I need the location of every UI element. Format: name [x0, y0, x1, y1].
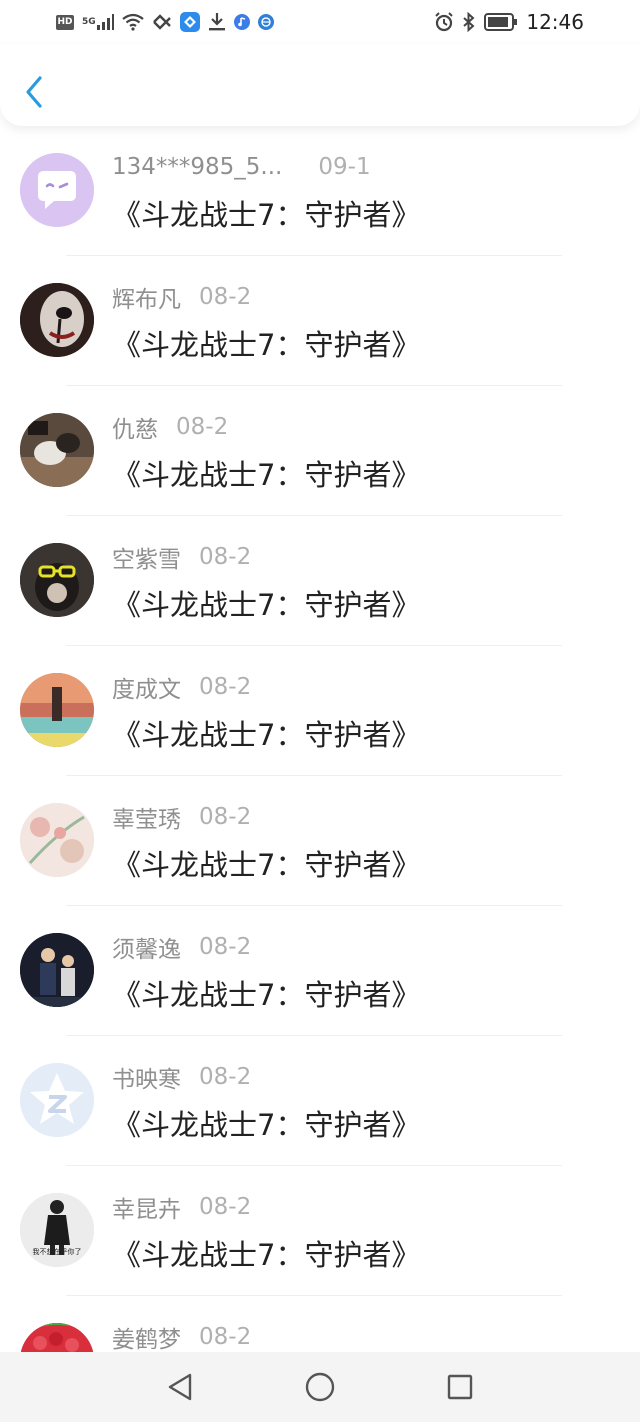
status-bar: HD 5G 12:46	[0, 0, 640, 44]
comment-date: 09-1	[318, 154, 371, 180]
comment-meta: 幸昆卉 08-2	[112, 1190, 252, 1224]
avatar[interactable]	[20, 933, 94, 1007]
back-button[interactable]	[20, 72, 50, 112]
avatar[interactable]	[20, 153, 94, 227]
user-name[interactable]: 姜鹤梦	[112, 1320, 181, 1354]
comment-meta: 空紫雪 08-2	[112, 540, 252, 574]
comment-date: 08-2	[199, 1064, 252, 1090]
user-name[interactable]: 空紫雪	[112, 540, 181, 574]
signal-icon: 5G	[82, 14, 114, 30]
status-right-icons: 12:46	[434, 10, 584, 34]
chevron-left-icon	[26, 76, 42, 108]
browser-icon	[257, 14, 274, 30]
header-bar	[0, 44, 640, 126]
svg-text:我不想在乎你了: 我不想在乎你了	[33, 1247, 82, 1256]
list-item[interactable]: 辉布凡 08-2 《斗龙战士7：守护者》	[0, 256, 640, 386]
avatar-image	[20, 933, 94, 1007]
nfc-icon	[152, 13, 172, 31]
list-item[interactable]: 空紫雪 08-2 《斗龙战士7：守护者》	[0, 516, 640, 646]
user-name[interactable]: 度成文	[112, 670, 181, 704]
comment-date: 08-2	[199, 934, 252, 960]
bluetooth-icon	[462, 12, 476, 32]
comment-meta: 书映寒 08-2	[112, 1060, 252, 1094]
comment-meta: 姜鹤梦 08-2	[112, 1320, 252, 1354]
list-item[interactable]: 仇慈 08-2 《斗龙战士7：守护者》	[0, 386, 640, 516]
comment-date: 08-2	[199, 1194, 252, 1220]
list-item[interactable]: 我不想在乎你了 幸昆卉 08-2 《斗龙战士7：守护者》	[0, 1166, 640, 1296]
avatar[interactable]	[20, 1063, 94, 1137]
comment-title: 《斗龙战士7：守护者》	[112, 588, 421, 622]
nav-back-triangle-icon	[168, 1373, 192, 1401]
hd-icon: HD	[56, 14, 74, 30]
avatar[interactable]	[20, 803, 94, 877]
comment-meta: 须馨逸 08-2	[112, 930, 252, 964]
avatar-image	[20, 673, 94, 747]
nav-home-circle-icon	[305, 1372, 335, 1402]
alarm-icon	[434, 12, 454, 32]
music-icon	[233, 14, 250, 30]
comment-date: 08-2	[199, 284, 252, 310]
list-item[interactable]: 书映寒 08-2 《斗龙战士7：守护者》	[0, 1036, 640, 1166]
download-icon	[208, 12, 226, 32]
comment-title: 《斗龙战士7：守护者》	[112, 1238, 421, 1272]
comment-title: 《斗龙战士7：守护者》	[112, 198, 421, 232]
list-item[interactable]: 须馨逸 08-2 《斗龙战士7：守护者》	[0, 906, 640, 1036]
list-item[interactable]: 134***985_5... 09-1 《斗龙战士7：守护者》	[0, 126, 640, 256]
comment-meta: 仇慈 08-2	[112, 410, 229, 444]
comment-meta: 134***985_5... 09-1	[112, 152, 371, 182]
app-icon	[179, 12, 200, 32]
status-time: 12:46	[526, 10, 584, 34]
status-left-icons: HD 5G	[56, 12, 274, 32]
avatar[interactable]	[20, 673, 94, 747]
comment-title: 《斗龙战士7：守护者》	[112, 458, 421, 492]
comment-list: 134***985_5... 09-1 《斗龙战士7：守护者》 辉布凡 08-2…	[0, 126, 640, 1426]
user-name[interactable]: 幸昆卉	[112, 1190, 181, 1224]
comment-title: 《斗龙战士7：守护者》	[112, 328, 421, 362]
avatar-image	[20, 803, 94, 877]
list-item[interactable]: 辜莹琇 08-2 《斗龙战士7：守护者》	[0, 776, 640, 906]
comment-date: 08-2	[199, 544, 252, 570]
comment-title: 《斗龙战士7：守护者》	[112, 718, 421, 752]
comment-meta: 度成文 08-2	[112, 670, 252, 704]
user-name[interactable]: 书映寒	[112, 1060, 181, 1094]
user-name[interactable]: 仇慈	[112, 410, 158, 444]
nav-home-button[interactable]	[300, 1367, 340, 1407]
battery-icon	[484, 13, 518, 31]
chat-bubble-icon	[20, 153, 94, 227]
nav-back-button[interactable]	[160, 1367, 200, 1407]
comment-title: 《斗龙战士7：守护者》	[112, 848, 421, 882]
avatar[interactable]	[20, 283, 94, 357]
user-name[interactable]: 134***985_5...	[112, 154, 282, 180]
qzone-star-icon	[20, 1063, 94, 1137]
nav-recents-square-icon	[447, 1374, 473, 1400]
avatar-image: 我不想在乎你了	[20, 1193, 94, 1267]
avatar-image	[20, 413, 94, 487]
nav-recents-button[interactable]	[440, 1367, 480, 1407]
avatar[interactable]: 我不想在乎你了	[20, 1193, 94, 1267]
avatar[interactable]	[20, 413, 94, 487]
user-name[interactable]: 须馨逸	[112, 930, 181, 964]
comment-date: 08-2	[199, 1324, 252, 1350]
system-nav-bar	[0, 1352, 640, 1422]
comment-meta: 辉布凡 08-2	[112, 280, 252, 314]
avatar-image	[20, 543, 94, 617]
avatar[interactable]	[20, 543, 94, 617]
comment-title: 《斗龙战士7：守护者》	[112, 1108, 421, 1142]
avatar-image	[20, 283, 94, 357]
comment-meta: 辜莹琇 08-2	[112, 800, 252, 834]
list-item[interactable]: 度成文 08-2 《斗龙战士7：守护者》	[0, 646, 640, 776]
comment-title: 《斗龙战士7：守护者》	[112, 978, 421, 1012]
comment-date: 08-2	[199, 804, 252, 830]
user-name[interactable]: 辜莹琇	[112, 800, 181, 834]
user-name[interactable]: 辉布凡	[112, 280, 181, 314]
comment-date: 08-2	[176, 414, 229, 440]
comment-date: 08-2	[199, 674, 252, 700]
wifi-icon	[121, 13, 144, 31]
